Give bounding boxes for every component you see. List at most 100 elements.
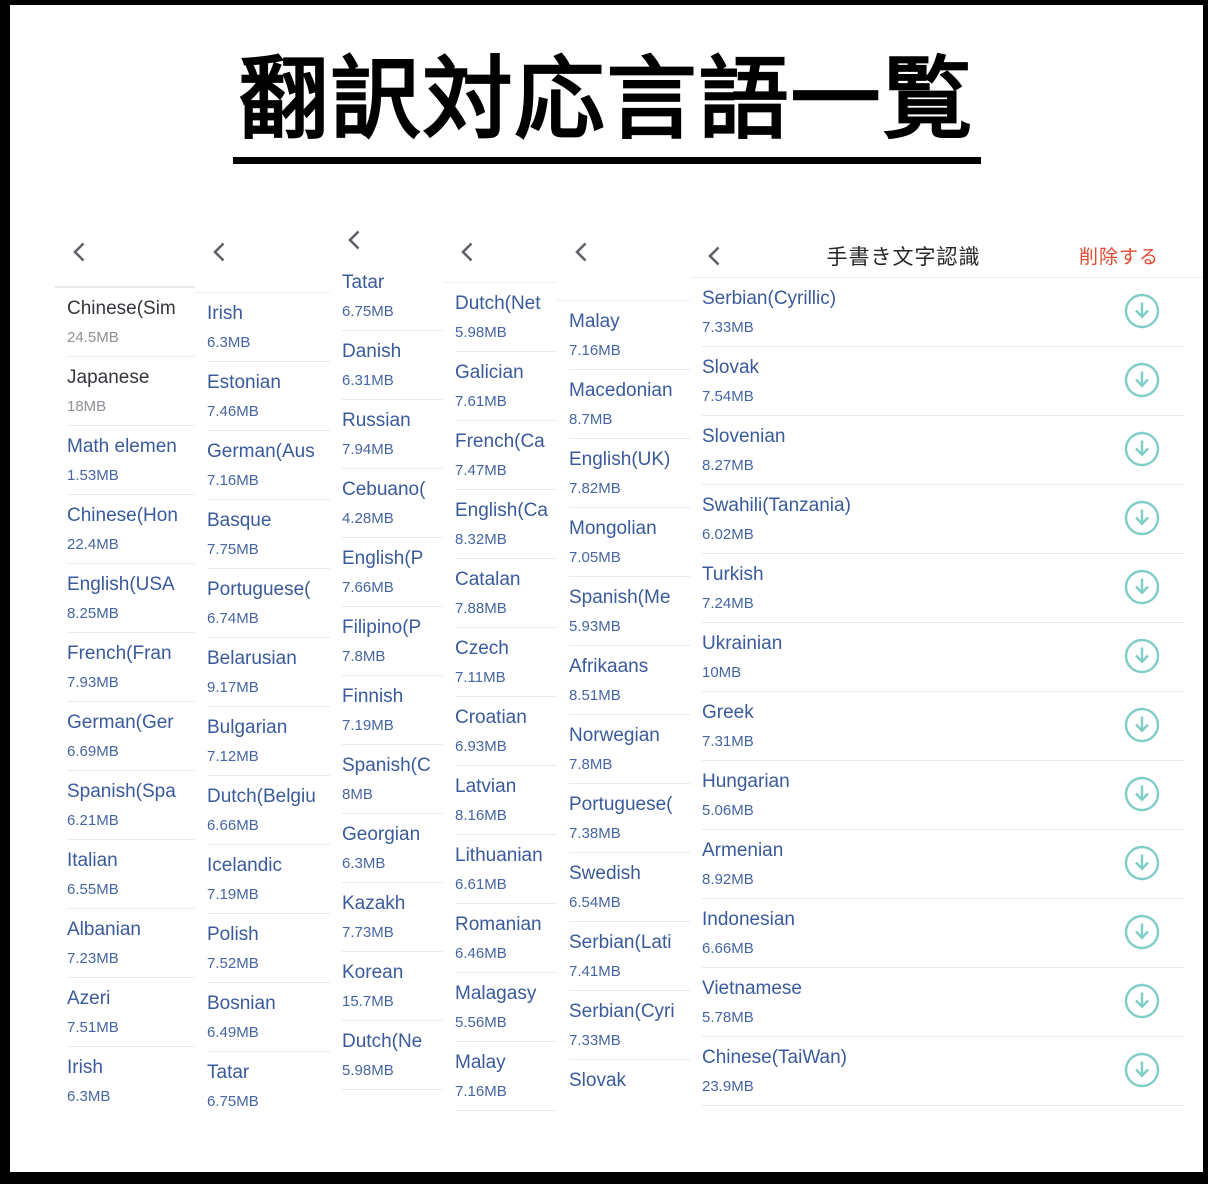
language-row[interactable]: Cebuano(4.28MB [330, 469, 443, 538]
language-size: 6.93MB [455, 738, 557, 756]
language-row[interactable]: Estonian7.46MB [195, 362, 330, 431]
language-name: Czech [455, 637, 557, 661]
language-row[interactable]: Filipino(P7.8MB [330, 607, 443, 676]
language-size: 5.98MB [455, 324, 557, 342]
language-size: 7.16MB [207, 472, 330, 490]
language-row[interactable]: Czech7.11MB [443, 628, 557, 697]
download-icon[interactable] [1123, 430, 1161, 468]
language-row[interactable]: Portuguese(7.38MB [557, 784, 690, 853]
language-row[interactable]: Greek7.31MB [690, 692, 1203, 761]
back-icon[interactable] [702, 243, 728, 269]
language-row[interactable]: Malay7.16MB [443, 1042, 557, 1111]
language-row[interactable]: Serbian(Cyrillic)7.33MB [690, 278, 1203, 347]
back-icon[interactable] [207, 239, 233, 265]
language-row[interactable]: Chinese(Hon22.4MB [55, 495, 195, 564]
language-row[interactable]: Catalan7.88MB [443, 559, 557, 628]
language-row[interactable]: Latvian8.16MB [443, 766, 557, 835]
language-row[interactable]: French(Ca7.47MB [443, 421, 557, 490]
language-row[interactable]: German(Aus7.16MB [195, 431, 330, 500]
language-name: Serbian(Cyri [569, 1000, 690, 1024]
language-row[interactable]: English(Ca8.32MB [443, 490, 557, 559]
language-row[interactable]: Afrikaans8.51MB [557, 646, 690, 715]
download-icon[interactable] [1123, 844, 1161, 882]
language-row[interactable]: Basque7.75MB [195, 500, 330, 569]
download-icon[interactable] [1123, 637, 1161, 675]
language-row[interactable]: Irish6.3MB [55, 1047, 195, 1113]
back-icon[interactable] [569, 239, 595, 265]
language-row[interactable]: Spanish(C8MB [330, 745, 443, 814]
language-row[interactable]: Irish6.3MB [195, 293, 330, 362]
language-row[interactable]: Malagasy5.56MB [443, 973, 557, 1042]
language-row[interactable]: Belarusian9.17MB [195, 638, 330, 707]
language-row[interactable]: Georgian6.3MB [330, 814, 443, 883]
language-row[interactable]: Indonesian6.66MB [690, 899, 1203, 968]
language-row[interactable]: Swahili(Tanzania)6.02MB [690, 485, 1203, 554]
language-row[interactable]: Romanian6.46MB [443, 904, 557, 973]
language-row[interactable]: Slovenian8.27MB [690, 416, 1203, 485]
download-icon[interactable] [1123, 292, 1161, 330]
language-row[interactable]: Turkish7.24MB [690, 554, 1203, 623]
language-row[interactable]: Bosnian6.49MB [195, 983, 330, 1052]
language-row[interactable]: Finnish7.19MB [330, 676, 443, 745]
download-icon[interactable] [1123, 568, 1161, 606]
language-row[interactable]: Math elemen1.53MB [55, 426, 195, 495]
language-row[interactable]: Kazakh7.73MB [330, 883, 443, 952]
language-size: 6.3MB [207, 334, 330, 352]
language-row[interactable]: Croatian6.93MB [443, 697, 557, 766]
language-row[interactable]: Spanish(Spa6.21MB [55, 771, 195, 840]
language-row[interactable]: Dutch(Belgiu6.66MB [195, 776, 330, 845]
language-row[interactable]: Icelandic7.19MB [195, 845, 330, 914]
language-row[interactable]: Albanian7.23MB [55, 909, 195, 978]
language-row[interactable]: English(USA8.25MB [55, 564, 195, 633]
language-row[interactable]: Bulgarian7.12MB [195, 707, 330, 776]
language-row[interactable]: Chinese(TaiWan)23.9MB [690, 1037, 1203, 1106]
download-icon[interactable] [1123, 499, 1161, 537]
language-row[interactable]: Ukrainian10MB [690, 623, 1203, 692]
language-row[interactable]: Dutch(Net5.98MB [443, 283, 557, 352]
language-row[interactable]: Norwegian7.8MB [557, 715, 690, 784]
language-row[interactable]: Mongolian7.05MB [557, 508, 690, 577]
language-row[interactable]: Azeri7.51MB [55, 978, 195, 1047]
language-row[interactable]: Japanese18MB [55, 357, 195, 426]
language-name: Danish [342, 340, 443, 364]
language-row[interactable]: Chinese(Sim24.5MB [55, 288, 195, 357]
language-row[interactable]: Dutch(Ne5.98MB [330, 1021, 443, 1090]
language-row[interactable]: Armenian8.92MB [690, 830, 1203, 899]
language-row[interactable]: Korean15.7MB [330, 952, 443, 1021]
delete-button[interactable]: 削除する [1079, 242, 1159, 269]
language-row[interactable]: Danish6.31MB [330, 331, 443, 400]
language-row[interactable]: Macedonian8.7MB [557, 370, 690, 439]
language-row[interactable]: Tatar6.75MB [195, 1052, 330, 1113]
back-icon[interactable] [455, 239, 481, 265]
language-row[interactable]: Hungarian5.06MB [690, 761, 1203, 830]
language-row[interactable]: Slovak [557, 1060, 690, 1113]
back-icon[interactable] [67, 239, 93, 265]
back-icon[interactable] [342, 230, 368, 253]
language-row[interactable]: Spanish(Me5.93MB [557, 577, 690, 646]
language-row[interactable]: French(Fran7.93MB [55, 633, 195, 702]
language-row[interactable]: Polish7.52MB [195, 914, 330, 983]
language-row[interactable]: Portuguese(6.74MB [195, 569, 330, 638]
language-row[interactable]: Malay7.16MB [557, 301, 690, 370]
language-row[interactable]: Serbian(Lati7.41MB [557, 922, 690, 991]
language-row[interactable]: Swedish6.54MB [557, 853, 690, 922]
language-row[interactable]: Serbian(Cyri7.33MB [557, 991, 690, 1060]
download-icon[interactable] [1123, 706, 1161, 744]
language-row[interactable]: English(UK)7.82MB [557, 439, 690, 508]
download-icon[interactable] [1123, 982, 1161, 1020]
download-icon[interactable] [1123, 1051, 1161, 1089]
language-row[interactable]: Galician7.61MB [443, 352, 557, 421]
language-row[interactable]: Slovak7.54MB [690, 347, 1203, 416]
download-icon[interactable] [1123, 775, 1161, 813]
download-icon[interactable] [1123, 913, 1161, 951]
download-icon[interactable] [1123, 361, 1161, 399]
language-name: Azeri [67, 987, 195, 1011]
language-row[interactable]: German(Ger6.69MB [55, 702, 195, 771]
language-row[interactable]: Vietnamese5.78MB [690, 968, 1203, 1037]
page-title: 翻訳対応言語一覧 [233, 53, 981, 164]
language-row[interactable]: Tatar6.75MB [330, 262, 443, 331]
language-row[interactable]: English(P7.66MB [330, 538, 443, 607]
language-row[interactable]: Lithuanian6.61MB [443, 835, 557, 904]
language-row[interactable]: Italian6.55MB [55, 840, 195, 909]
language-row[interactable]: Russian7.94MB [330, 400, 443, 469]
